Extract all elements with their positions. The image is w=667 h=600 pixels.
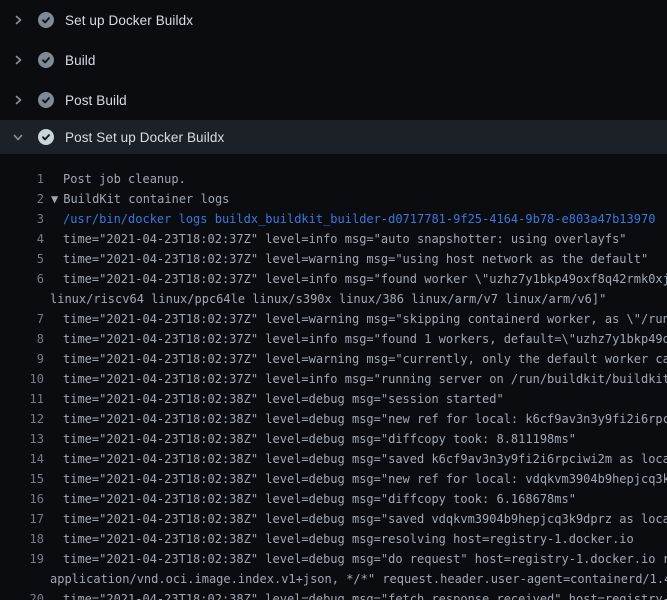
check-circle-icon [38,129,54,145]
log-line: 6 time="2021-04-23T18:02:37Z" level=info… [0,269,667,289]
log-line-number[interactable]: 10 [0,369,44,389]
log-group-toggle-icon[interactable]: ▼ [51,189,58,209]
log-line-text: /usr/bin/docker logs buildx_buildkit_bui… [63,209,655,229]
step-label: Post Set up Docker Buildx [65,130,224,145]
log-line: 14 time="2021-04-23T18:02:38Z" level=deb… [0,449,667,469]
log-line-number[interactable]: 17 [0,509,44,529]
step-label: Post Build [65,93,127,108]
log-line-number[interactable]: 13 [0,429,44,449]
log-line-text: time="2021-04-23T18:02:37Z" level=info m… [63,269,667,289]
log-line-number[interactable]: 3 [0,209,44,229]
log-line: 17 time="2021-04-23T18:02:38Z" level=deb… [0,509,667,529]
log-line-text: time="2021-04-23T18:02:37Z" level=info m… [63,369,667,389]
log-line-number[interactable]: 9 [0,349,44,369]
log-line-text: linux/riscv64 linux/ppc64le linux/s390x … [50,289,606,309]
log-line-number[interactable] [0,289,44,309]
check-circle-icon [38,12,54,28]
log-line: 20 time="2021-04-23T18:02:38Z" level=deb… [0,589,667,600]
steps-list: Set up Docker Buildx Build Post Build [0,0,667,154]
log-line: 3 /usr/bin/docker logs buildx_buildkit_b… [0,209,667,229]
log-line: 15 time="2021-04-23T18:02:38Z" level=deb… [0,469,667,489]
log-line: 9 time="2021-04-23T18:02:37Z" level=warn… [0,349,667,369]
log-line: 18 time="2021-04-23T18:02:38Z" level=deb… [0,529,667,549]
log-line-number[interactable]: 6 [0,269,44,289]
log-line: 10 time="2021-04-23T18:02:37Z" level=inf… [0,369,667,389]
log-line: 8 time="2021-04-23T18:02:37Z" level=info… [0,329,667,349]
check-circle-icon [38,52,54,68]
log-line-text: time="2021-04-23T18:02:38Z" level=debug … [63,549,667,569]
log-line: 5 time="2021-04-23T18:02:37Z" level=warn… [0,249,667,269]
step-row[interactable]: Set up Docker Buildx [0,0,667,40]
log-line-number[interactable]: 11 [0,389,44,409]
log-line-text: application/vnd.oci.image.index.v1+json,… [50,569,667,589]
log-line-text: time="2021-04-23T18:02:38Z" level=debug … [63,509,667,529]
log-line-text: Post job cleanup. [63,169,186,189]
log-line: 13 time="2021-04-23T18:02:38Z" level=deb… [0,429,667,449]
log-line: 12 time="2021-04-23T18:02:38Z" level=deb… [0,409,667,429]
log-line-text: BuildKit container logs [63,189,229,209]
log-line: 19 time="2021-04-23T18:02:38Z" level=deb… [0,549,667,569]
log-line: linux/riscv64 linux/ppc64le linux/s390x … [0,289,667,309]
log-pane[interactable]: 1 Post job cleanup. 2 ▼ BuildKit contain… [0,154,667,600]
actions-log-viewer: { "colors": { "page_bg": "#0a0c10", "hea… [0,0,667,600]
log-line-number[interactable]: 18 [0,529,44,549]
log-line-number[interactable]: 7 [0,309,44,329]
log-line-number[interactable]: 5 [0,249,44,269]
log-line-number[interactable]: 12 [0,409,44,429]
log-line: 2 ▼ BuildKit container logs [0,189,667,209]
log-line: application/vnd.oci.image.index.v1+json,… [0,569,667,589]
log-line-number[interactable]: 4 [0,229,44,249]
step-row[interactable]: Build [0,40,667,80]
log-line-text: time="2021-04-23T18:02:38Z" level=debug … [63,489,576,509]
log-line-text: time="2021-04-23T18:02:38Z" level=debug … [63,449,667,469]
log-line-number[interactable]: 8 [0,329,44,349]
log-line-number[interactable]: 19 [0,549,44,569]
log-line: 16 time="2021-04-23T18:02:38Z" level=deb… [0,489,667,509]
step-row[interactable]: Post Build [0,80,667,120]
log-line: 4 time="2021-04-23T18:02:37Z" level=info… [0,229,667,249]
log-line-number[interactable]: 1 [0,169,44,189]
chevron-down-icon[interactable] [12,131,24,143]
log-line-text: time="2021-04-23T18:02:38Z" level=debug … [63,469,667,489]
log-line-number[interactable]: 20 [0,589,44,600]
chevron-right-icon[interactable] [12,94,24,106]
log-line-number[interactable]: 2 [0,189,44,209]
log-line: 11 time="2021-04-23T18:02:38Z" level=deb… [0,389,667,409]
log-line-text: time="2021-04-23T18:02:38Z" level=debug … [63,429,576,449]
log-line-text: time="2021-04-23T18:02:37Z" level=warnin… [63,249,648,269]
log-line-text: time="2021-04-23T18:02:38Z" level=debug … [63,589,667,600]
check-circle-icon [38,92,54,108]
step-label: Build [65,53,96,68]
log-line: 1 Post job cleanup. [0,169,667,189]
chevron-right-icon[interactable] [12,54,24,66]
log-line-number[interactable]: 14 [0,449,44,469]
log-line: 7 time="2021-04-23T18:02:37Z" level=warn… [0,309,667,329]
log-line-text: time="2021-04-23T18:02:37Z" level=warnin… [63,349,667,369]
chevron-right-icon[interactable] [12,14,24,26]
log-line-number[interactable]: 15 [0,469,44,489]
log-line-number[interactable] [0,569,44,589]
log-line-text: time="2021-04-23T18:02:38Z" level=debug … [63,389,504,409]
step-row[interactable]: Post Set up Docker Buildx [0,120,667,154]
log-line-text: time="2021-04-23T18:02:37Z" level=info m… [63,329,667,349]
log-line-text: time="2021-04-23T18:02:37Z" level=info m… [63,229,627,249]
log-line-text: time="2021-04-23T18:02:37Z" level=warnin… [63,309,667,329]
log-line-number[interactable]: 16 [0,489,44,509]
log-line-text: time="2021-04-23T18:02:38Z" level=debug … [63,529,634,549]
step-label: Set up Docker Buildx [65,13,193,28]
log-line-text: time="2021-04-23T18:02:38Z" level=debug … [63,409,667,429]
